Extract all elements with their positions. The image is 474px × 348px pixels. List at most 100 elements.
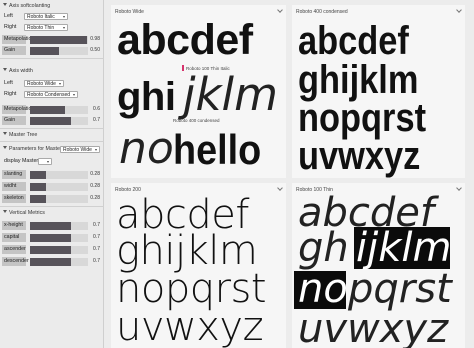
sample-line-1: abcdef [298, 19, 409, 63]
left-master-row: Left Roboto Wide [2, 79, 102, 88]
section-axis-softcolanting-header[interactable]: Axis softcolanting [0, 2, 104, 11]
section-title: Master Tree [9, 132, 38, 138]
collapse-triangle-icon [3, 132, 7, 135]
divider [0, 141, 104, 142]
slider-fill [30, 246, 71, 254]
metric-value: 0.7 [93, 246, 100, 252]
gain-slider[interactable] [30, 117, 88, 125]
preview-card-roboto-100-thin[interactable]: Roboto 100 Thin abcdef gh ijklm no pqrst… [292, 183, 465, 348]
ascender-row: ascender 0.7 [2, 245, 102, 254]
gain-label: Gain [2, 46, 26, 55]
metapolation-row: Metapolation 0.6 [2, 105, 102, 114]
width-value: 0.28 [90, 183, 100, 189]
sample-line-2a: ghi [117, 75, 176, 119]
section-axis-width-header[interactable]: Axis width [0, 67, 104, 76]
preview-card-roboto-200[interactable]: Roboto 200 abcdef ghijklm nopqrst uvwxyz [111, 183, 286, 348]
chevron-down-icon [59, 83, 61, 85]
divider [0, 58, 104, 59]
chevron-down-icon [95, 149, 97, 151]
slider-fill [30, 183, 47, 191]
capital-row: capital 0.7 [2, 233, 102, 242]
mini-caption-2: Roboto 400 condensed [173, 118, 220, 123]
left-label: Left [4, 13, 13, 19]
metric-value: 0.7 [93, 234, 100, 240]
preview-card-roboto-wide[interactable]: Roboto Wide abcdef Roboto 100 Thin Itali… [111, 5, 286, 178]
capital-slider[interactable] [30, 234, 88, 242]
skeleton-label: skeleton [2, 194, 26, 203]
right-label: Right [4, 91, 17, 97]
metapolation-label: Metapolation [2, 35, 35, 44]
left-master-select[interactable]: Roboto Wide [24, 80, 64, 87]
collapse-triangle-icon [3, 146, 7, 149]
sample-line-2b: jklm [183, 68, 278, 121]
gain-label: Gain [2, 116, 26, 125]
gain-slider[interactable] [30, 47, 88, 55]
slider-fill [30, 222, 71, 230]
metric-label: capital [2, 233, 26, 242]
metapolation-value: 0.6 [93, 106, 100, 112]
x-height-slider[interactable] [30, 222, 88, 230]
gain-value: 0.50 [90, 47, 100, 53]
gain-row: Gain 0.50 [2, 46, 102, 55]
chevron-down-icon [63, 27, 65, 29]
metric-label: descender [2, 257, 29, 266]
right-master-select[interactable]: Roboto Thin [24, 24, 68, 31]
metric-value: 0.7 [93, 258, 100, 264]
select-value: Roboto Wide [63, 147, 92, 153]
sample-line-3: nopqrst [298, 96, 427, 140]
x-height-row: x-height 0.7 [2, 221, 102, 230]
app-window: Axis softcolanting Left Roboto Italic Ri… [0, 0, 474, 348]
sample-line-3b: pqrst [348, 266, 452, 312]
left-master-select[interactable]: Roboto Italic [24, 13, 68, 20]
skeleton-value: 0.28 [90, 195, 100, 201]
right-master-select[interactable]: Roboto Condensed [24, 91, 78, 98]
chevron-down-icon[interactable] [456, 185, 462, 191]
section-title: Vertical Metrics [9, 210, 45, 216]
chevron-down-icon [47, 161, 49, 163]
skeleton-slider[interactable] [30, 195, 88, 203]
metapolation-label: Metapolation [2, 105, 35, 114]
chevron-down-icon[interactable] [456, 7, 462, 13]
select-value: Roboto Italic [27, 14, 55, 20]
collapse-triangle-icon [3, 210, 7, 213]
sample-line-2: ghijklm [298, 58, 419, 102]
divider [0, 206, 104, 207]
chevron-down-icon[interactable] [277, 185, 283, 191]
slanting-row: slanting 0.28 [2, 170, 102, 179]
chevron-down-icon[interactable] [277, 7, 283, 13]
ascender-slider[interactable] [30, 246, 88, 254]
section-vertical-metrics-header[interactable]: Vertical Metrics [0, 209, 104, 218]
width-label: widht [2, 182, 26, 191]
slider-fill [30, 258, 71, 266]
left-label: Left [4, 80, 13, 86]
descender-row: descender 0.7 [2, 257, 102, 266]
metapolation-value: 0.98 [90, 36, 100, 42]
section-parameters-header[interactable]: Parameters for Master Roboto Wide [0, 145, 104, 154]
slider-fill [30, 117, 71, 125]
metapolation-slider[interactable] [30, 106, 88, 114]
control-panel: Axis softcolanting Left Roboto Italic Ri… [0, 0, 104, 348]
slider-fill [30, 47, 59, 55]
slanting-slider[interactable] [30, 171, 88, 179]
select-value: Roboto Thin [27, 25, 55, 31]
metric-label: x-height [2, 221, 26, 230]
right-master-row: Right Roboto Condensed [2, 90, 102, 99]
display-master-label: display Master [4, 158, 39, 164]
descender-slider[interactable] [30, 258, 88, 266]
master-select[interactable]: Roboto Wide [60, 146, 100, 153]
section-title: Parameters for Master [9, 146, 62, 152]
display-master-select[interactable] [38, 158, 52, 165]
section-master-tree-header[interactable]: Master Tree [0, 131, 104, 140]
slider-fill [30, 36, 87, 44]
sample-line-2: ghijklm [116, 228, 258, 274]
width-slider[interactable] [30, 183, 88, 191]
divider [0, 128, 104, 129]
sample-line-3a: no [298, 266, 348, 312]
metapolation-slider[interactable] [30, 36, 88, 44]
chevron-down-icon [73, 94, 75, 96]
left-master-row: Left Roboto Italic [2, 12, 102, 21]
sample-line-4: uvwxyz [116, 304, 264, 348]
slanting-value: 0.28 [90, 171, 100, 177]
slider-fill [30, 234, 71, 242]
preview-card-roboto-400-condensed[interactable]: Roboto 400 condensed abcdef ghijklm nopq… [292, 5, 465, 178]
